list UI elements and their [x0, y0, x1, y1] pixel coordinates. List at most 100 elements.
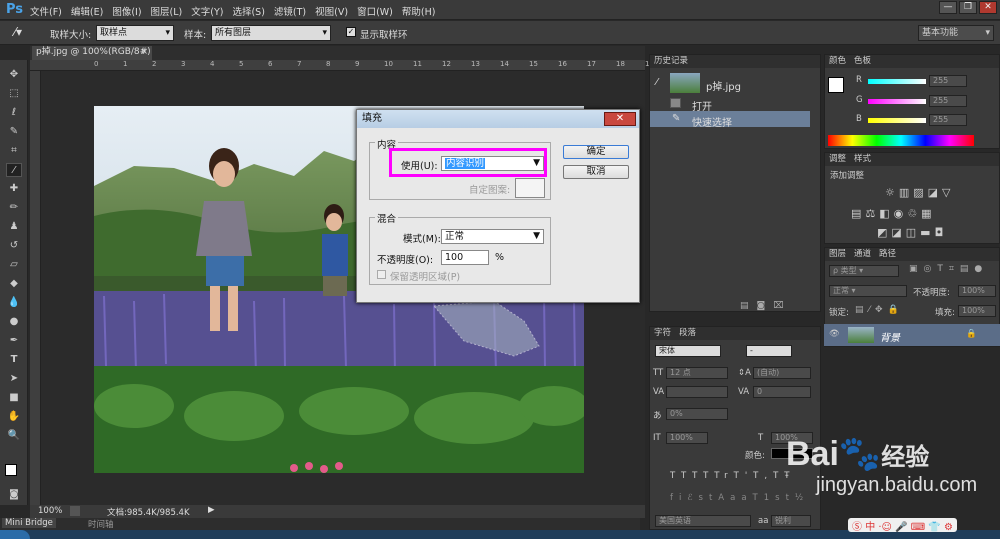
kerning-field[interactable]	[666, 386, 728, 398]
ok-button[interactable]: 确定	[563, 145, 629, 159]
text-style-buttons[interactable]: TTTTTrT'T,TŦ	[670, 471, 795, 481]
mini-bridge-tab[interactable]: Mini Bridge	[2, 518, 56, 528]
eraser-tool-icon[interactable]: ▱	[6, 258, 22, 272]
preserve-transparency-checkbox[interactable]	[377, 270, 386, 279]
menu-item[interactable]: 帮助(H)	[402, 4, 436, 18]
healing-tool-icon[interactable]: ✚	[6, 182, 22, 196]
b-value-field[interactable]: 255	[929, 114, 967, 126]
move-tool-icon[interactable]: ✥	[6, 68, 22, 82]
custom-pattern-picker[interactable]	[515, 178, 545, 198]
visibility-eye-icon[interactable]: 👁	[829, 329, 840, 339]
paths-tab[interactable]: 路径	[879, 249, 896, 259]
cancel-button[interactable]: 取消	[563, 165, 629, 179]
b-slider[interactable]	[868, 118, 926, 123]
layer-opacity-field[interactable]: 100%	[958, 285, 996, 297]
history-item-active[interactable]: ✎ 快速选择	[650, 111, 810, 129]
menu-item[interactable]: 文字(Y)	[191, 4, 223, 18]
stamp-tool-icon[interactable]: ♟	[6, 220, 22, 234]
quick-select-tool-icon[interactable]: ✎	[6, 125, 22, 139]
layer-row-background[interactable]: 👁 背景 🔒	[824, 324, 1000, 346]
r-slider[interactable]	[868, 79, 926, 84]
hand-tool-icon[interactable]: ✋	[6, 410, 22, 424]
foreground-color-swatch[interactable]	[828, 77, 844, 93]
dialog-close-button[interactable]: ✕	[604, 112, 636, 126]
swatches-tab[interactable]: 色板	[854, 56, 871, 66]
ime-toolbar[interactable]: Ⓢ 中 ·☺ 🎤 ⌨ 👕 ⚙	[848, 518, 957, 533]
menu-item[interactable]: 图层(L)	[151, 4, 183, 18]
status-arrow-icon[interactable]: ▶	[208, 505, 215, 515]
filter-icons[interactable]: ▣◎T⌗▤●	[909, 264, 988, 274]
color-spectrum[interactable]	[828, 135, 974, 146]
workspace-select[interactable]: 基本功能	[918, 25, 994, 41]
lock-icons[interactable]: ▤⁄✥🔒	[855, 305, 904, 315]
character-tab[interactable]: 字符	[654, 328, 671, 338]
start-button[interactable]	[0, 530, 30, 539]
timeline-tab[interactable]: 时间轴	[88, 518, 114, 530]
close-window-button[interactable]: ✕	[979, 1, 997, 14]
channels-tab[interactable]: 通道	[854, 249, 871, 259]
g-value-field[interactable]: 255	[929, 95, 967, 107]
marquee-tool-icon[interactable]: ⬚	[6, 87, 22, 101]
history-footer-icons[interactable]: ▤◙⌧	[740, 301, 792, 311]
pen-tool-icon[interactable]: ✒	[6, 334, 22, 348]
r-value-field[interactable]: 255	[929, 75, 967, 87]
path-select-tool-icon[interactable]: ➤	[6, 372, 22, 386]
crop-tool-icon[interactable]: ⌗	[6, 144, 22, 158]
quick-mask-icon[interactable]: ◙	[6, 488, 22, 502]
styles-tab[interactable]: 样式	[854, 154, 871, 164]
menu-item[interactable]: 视图(V)	[315, 4, 348, 18]
status-icon[interactable]	[70, 506, 80, 516]
layers-tab[interactable]: 图层	[829, 249, 846, 259]
vertical-scale-field[interactable]: 100%	[666, 432, 708, 444]
menu-item[interactable]: 文件(F)	[30, 4, 62, 18]
document-tab[interactable]: p掉.jpg @ 100%(RGB/8#) ×	[32, 46, 152, 60]
leading-field[interactable]: (自动)	[753, 367, 811, 379]
shape-tool-icon[interactable]: ■	[6, 391, 22, 405]
dodge-tool-icon[interactable]: ●	[6, 315, 22, 329]
tsume-field[interactable]: 0%	[666, 408, 728, 420]
color-tab[interactable]: 颜色	[829, 56, 846, 66]
font-size-field[interactable]: 12 点	[666, 367, 728, 379]
language-select[interactable]: 美国英语	[655, 515, 751, 527]
font-family-select[interactable]: 宋体	[655, 345, 721, 357]
mode-select[interactable]: 正常 ▼	[441, 229, 544, 244]
font-style-select[interactable]: -	[746, 345, 792, 357]
sample-select[interactable]: 所有图层	[211, 25, 331, 41]
brush-source-icon[interactable]: ⁄	[656, 77, 658, 88]
paragraph-tab[interactable]: 段落	[679, 328, 696, 338]
zoom-tool-icon[interactable]: 🔍	[6, 429, 22, 443]
minimize-button[interactable]: —	[939, 1, 957, 14]
blend-mode-select[interactable]: 正常 ▾	[829, 285, 907, 297]
antialias-select[interactable]: 锐利	[771, 515, 811, 527]
menu-item[interactable]: 选择(S)	[232, 4, 264, 18]
adjustment-icons-row1[interactable]: ☼▥▨◪▽	[885, 186, 955, 199]
layer-filter-select[interactable]: ρ 类型 ▾	[829, 265, 899, 277]
menu-item[interactable]: 滤镜(T)	[274, 4, 306, 18]
show-ring-checkbox[interactable]: ✓	[346, 27, 356, 37]
bucket-tool-icon[interactable]: ◆	[6, 277, 22, 291]
g-slider[interactable]	[868, 99, 926, 104]
lasso-tool-icon[interactable]: ℓ	[6, 106, 22, 120]
adjustment-icons-row3[interactable]: ◩◪◫▬◘	[877, 226, 947, 239]
eyedropper-icon[interactable]: ⁄▾	[14, 25, 22, 39]
tab-close-icon[interactable]: ×	[140, 46, 148, 59]
layer-fill-field[interactable]: 100%	[958, 305, 996, 317]
use-select[interactable]: 内容识别 ▼	[441, 156, 544, 171]
history-brush-icon[interactable]: ↺	[6, 239, 22, 253]
restore-button[interactable]: ❐	[959, 1, 977, 14]
sample-size-select[interactable]: 取样点	[96, 25, 174, 41]
zoom-level[interactable]: 100%	[38, 506, 62, 516]
brush-tool-icon[interactable]: ✏	[6, 201, 22, 215]
opacity-input[interactable]: 100	[441, 250, 489, 265]
blur-tool-icon[interactable]: 💧	[6, 296, 22, 310]
foreground-color-swatch[interactable]	[5, 464, 17, 476]
history-snapshot[interactable]: ⁄ p掉.jpg	[654, 71, 814, 97]
tracking-field[interactable]: 0	[753, 386, 811, 398]
history-item[interactable]: 打开	[650, 95, 810, 113]
menu-item[interactable]: 图像(I)	[112, 4, 141, 18]
eyedropper-tool-icon[interactable]: ⁄	[6, 163, 22, 177]
menu-item[interactable]: 窗口(W)	[357, 4, 393, 18]
adjustment-icons-row2[interactable]: ▤⚖◧◉♲▦	[851, 207, 936, 220]
menu-item[interactable]: 编辑(E)	[71, 4, 103, 18]
adjustments-tab[interactable]: 调整	[829, 154, 846, 164]
